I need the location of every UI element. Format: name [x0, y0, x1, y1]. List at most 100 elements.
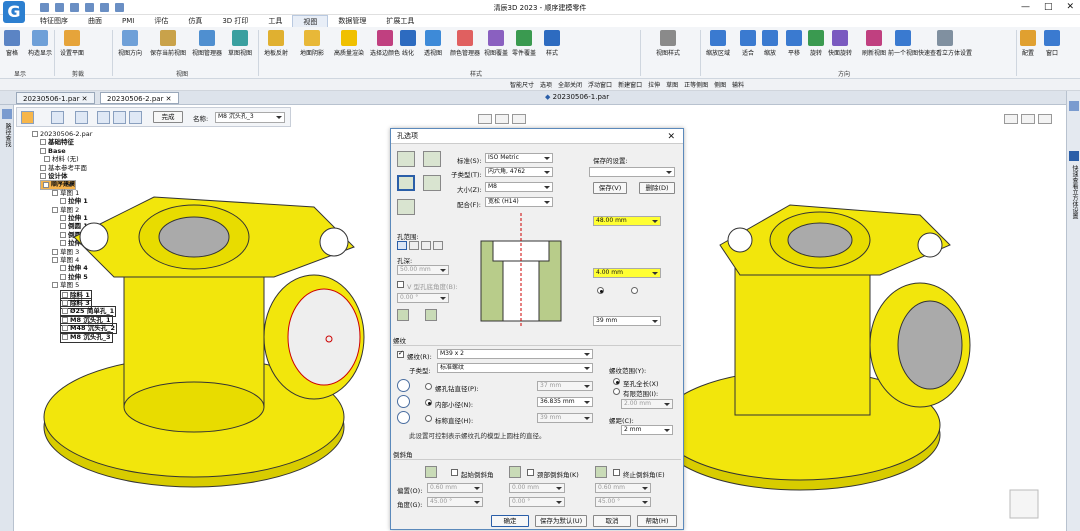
minimize-icon[interactable]: —: [1021, 2, 1030, 12]
tab-1[interactable]: 曲面: [78, 15, 112, 27]
thread-checkbox[interactable]: [397, 349, 404, 358]
ribbon-button-28[interactable]: 窗口: [1044, 30, 1060, 57]
vangle-input[interactable]: 0.00 °: [397, 293, 449, 303]
start-angle-input[interactable]: 45.00 °: [427, 497, 483, 507]
end-chamfer-checkbox[interactable]: [613, 469, 620, 476]
simple-hole-icon[interactable]: [397, 151, 415, 167]
minimize-icon[interactable]: [1004, 114, 1018, 124]
fit-select[interactable]: 宽松 (H14): [485, 197, 553, 207]
cmdbar-item-6[interactable]: 草图: [666, 80, 678, 89]
ribbon-button-18[interactable]: 缩放区域: [706, 30, 730, 57]
plane-icon[interactable]: [97, 111, 110, 124]
close-icon[interactable]: [1038, 114, 1052, 124]
thread-select[interactable]: M39 x 2: [437, 349, 593, 359]
pitch-select[interactable]: 2 mm: [621, 425, 673, 435]
neck-angle-input[interactable]: 0.00 °: [509, 497, 565, 507]
select-icon[interactable]: [21, 111, 34, 124]
ribbon-button-21[interactable]: 平移: [786, 30, 802, 57]
cmdbar-item-1[interactable]: 选项: [540, 80, 552, 89]
start-chamfer-checkbox[interactable]: [451, 469, 458, 476]
restore-icon[interactable]: [495, 114, 509, 124]
extent-icon[interactable]: [129, 111, 142, 124]
ribbon-button-12[interactable]: 透视图: [424, 30, 442, 57]
ribbon-button-11[interactable]: 线化: [400, 30, 416, 57]
bottom-v-icon[interactable]: [425, 309, 437, 321]
save-default-button[interactable]: 保存为默认(U): [535, 515, 587, 527]
close-icon[interactable]: [512, 114, 526, 124]
end-offset-input[interactable]: 0.60 mm: [595, 483, 651, 493]
tab-3[interactable]: 评估: [144, 15, 178, 27]
ribbon-button-0[interactable]: 窗格: [4, 30, 20, 57]
finite-range-radio[interactable]: [613, 388, 620, 395]
model-viewport[interactable]: [14, 127, 394, 531]
ribbon-button-22[interactable]: 旋转: [808, 30, 824, 57]
app-logo[interactable]: G: [3, 1, 25, 23]
ribbon-button-7[interactable]: 地板反射: [264, 30, 288, 57]
delete-button[interactable]: 删除(D): [639, 182, 675, 194]
counterbore-icon[interactable]: [397, 175, 415, 191]
end-angle-input[interactable]: 45.00 °: [595, 497, 651, 507]
tab-6[interactable]: 工具: [258, 15, 292, 27]
cmdbar-item-2[interactable]: 全部关闭: [558, 80, 582, 89]
hole-icon[interactable]: [75, 111, 88, 124]
chamfer-section-header[interactable]: 倒斜角: [393, 450, 681, 460]
finite-range-input[interactable]: 2.00 mm: [621, 399, 673, 409]
minor-diameter-input[interactable]: 36.835 mm: [537, 397, 593, 407]
restore-icon[interactable]: [1021, 114, 1035, 124]
ribbon-button-4[interactable]: 保存当前视图: [150, 30, 186, 57]
threaded-hole-icon[interactable]: [423, 151, 441, 167]
saved-settings-select[interactable]: [589, 167, 675, 177]
hole-options-icon[interactable]: [51, 111, 64, 124]
thread-section-header[interactable]: 螺纹: [393, 336, 681, 346]
ribbon-button-3[interactable]: 视图方向: [118, 30, 142, 57]
ok-button[interactable]: 确定: [491, 515, 529, 527]
save-button[interactable]: 保存(V): [593, 182, 627, 194]
view-cube-icon[interactable]: [1069, 151, 1079, 161]
ribbon-button-26[interactable]: 快速查看立方体设置: [918, 30, 972, 57]
range-next-icon[interactable]: [409, 241, 419, 250]
bottom-flat-icon[interactable]: [397, 309, 409, 321]
ribbon-button-24[interactable]: 刷新视图: [862, 30, 886, 57]
size-select[interactable]: M8: [485, 182, 553, 192]
minimize-icon[interactable]: [478, 114, 492, 124]
target-icon[interactable]: [113, 111, 126, 124]
start-offset-input[interactable]: 0.60 mm: [427, 483, 483, 493]
neck-offset-input[interactable]: 0.00 mm: [509, 483, 565, 493]
range-through-icon[interactable]: [397, 241, 407, 250]
done-button[interactable]: 完成: [153, 111, 183, 123]
ribbon-button-2[interactable]: 设置平面: [60, 30, 84, 57]
nominal-diameter-radio[interactable]: [425, 415, 432, 422]
vangle-checkbox[interactable]: [397, 281, 404, 288]
standard-select[interactable]: ISO Metric: [485, 153, 553, 163]
ribbon-button-10[interactable]: 选择边颜色: [370, 30, 400, 57]
ribbon-button-6[interactable]: 草图视图: [228, 30, 252, 57]
doc-tab-3[interactable]: ◆ 20230506-1.par: [545, 93, 609, 101]
ribbon-button-19[interactable]: 适合: [740, 30, 756, 57]
close-icon[interactable]: ✕: [667, 132, 675, 142]
ribbon-button-16[interactable]: 样式: [544, 30, 560, 57]
pathfinder-tab[interactable]: 路径查找: [3, 123, 12, 147]
tap-diameter-input[interactable]: 37 mm: [537, 381, 593, 391]
ribbon-button-15[interactable]: 零件覆盖: [512, 30, 536, 57]
cmdbar-item-4[interactable]: 新建窗口: [618, 80, 642, 89]
tab-2[interactable]: PMI: [112, 15, 144, 27]
subtype-select[interactable]: 内六角, 4762: [485, 167, 553, 177]
tab-4[interactable]: 仿真: [178, 15, 212, 27]
cmdbar-item-3[interactable]: 浮动窗口: [588, 80, 612, 89]
tab-0[interactable]: 特征图序: [30, 15, 78, 27]
ribbon-button-5[interactable]: 视图管理器: [192, 30, 222, 57]
hole-diameter-input[interactable]: 39 mm: [593, 316, 661, 326]
ribbon-button-20[interactable]: 缩放: [762, 30, 778, 57]
ribbon-button-13[interactable]: 颜色管理器: [450, 30, 480, 57]
right-panel-tab[interactable]: 快速查看立方体设置: [1070, 165, 1079, 219]
counterbore-diameter-input[interactable]: 48.00 mm: [593, 216, 661, 226]
minor-diameter-radio-icon[interactable]: [397, 395, 410, 408]
range-finite-icon[interactable]: [433, 241, 443, 250]
cmdbar-item-5[interactable]: 拉伸: [648, 80, 660, 89]
doc-tab-2[interactable]: 20230506-2.par ✕: [100, 92, 179, 104]
tab-7[interactable]: 视图: [292, 15, 329, 27]
depth-radio-2[interactable]: [631, 287, 638, 294]
full-length-radio[interactable]: [613, 378, 620, 385]
cancel-button[interactable]: 取消: [593, 515, 631, 527]
close-icon[interactable]: ✕: [1066, 2, 1074, 12]
